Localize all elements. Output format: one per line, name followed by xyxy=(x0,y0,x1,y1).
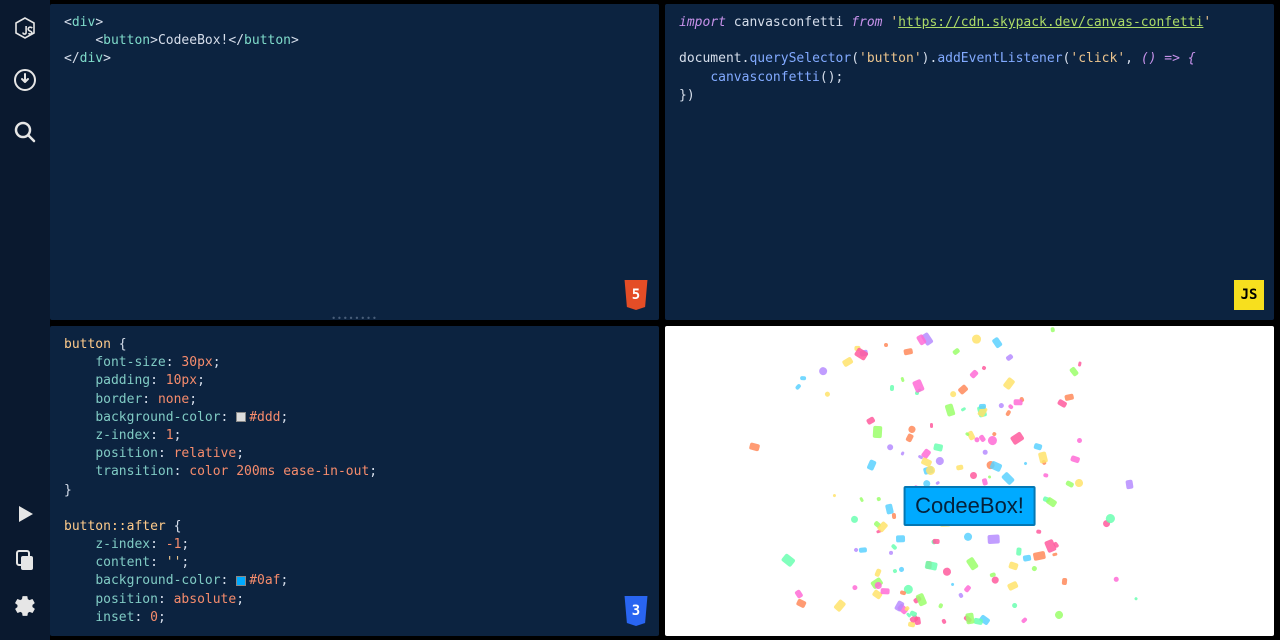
preview-pane: CodeeBox! xyxy=(665,326,1274,636)
css-code[interactable]: button { font-size: 30px; padding: 10px;… xyxy=(50,326,659,636)
preview-demo-button[interactable]: CodeeBox! xyxy=(903,486,1036,526)
sidebar xyxy=(0,0,50,640)
css3-icon: 3 xyxy=(623,596,649,626)
html5-icon: 5 xyxy=(623,280,649,310)
js-logo-icon[interactable] xyxy=(9,12,41,44)
settings-icon[interactable] xyxy=(9,590,41,622)
html-code[interactable]: <div> <button>CodeeBox!</button> </div> xyxy=(50,4,659,79)
js-editor-pane[interactable]: import canvasconfetti from 'https://cdn.… xyxy=(665,4,1274,320)
css-editor-pane[interactable]: button { font-size: 30px; padding: 10px;… xyxy=(50,326,659,636)
resize-handle-horizontal[interactable]: •••••••• xyxy=(331,314,378,320)
copy-icon[interactable] xyxy=(9,544,41,576)
color-swatch-ddd xyxy=(236,412,246,422)
confetti-canvas xyxy=(665,326,1274,636)
download-icon[interactable] xyxy=(9,64,41,96)
editor-grid: <div> <button>CodeeBox!</button> </div> … xyxy=(50,0,1280,640)
html-editor-pane[interactable]: <div> <button>CodeeBox!</button> </div> … xyxy=(50,4,659,320)
color-swatch-0af xyxy=(236,576,246,586)
search-icon[interactable] xyxy=(9,116,41,148)
js-icon: JS xyxy=(1234,280,1264,310)
js-code[interactable]: import canvasconfetti from 'https://cdn.… xyxy=(665,4,1274,115)
play-icon[interactable] xyxy=(9,498,41,530)
